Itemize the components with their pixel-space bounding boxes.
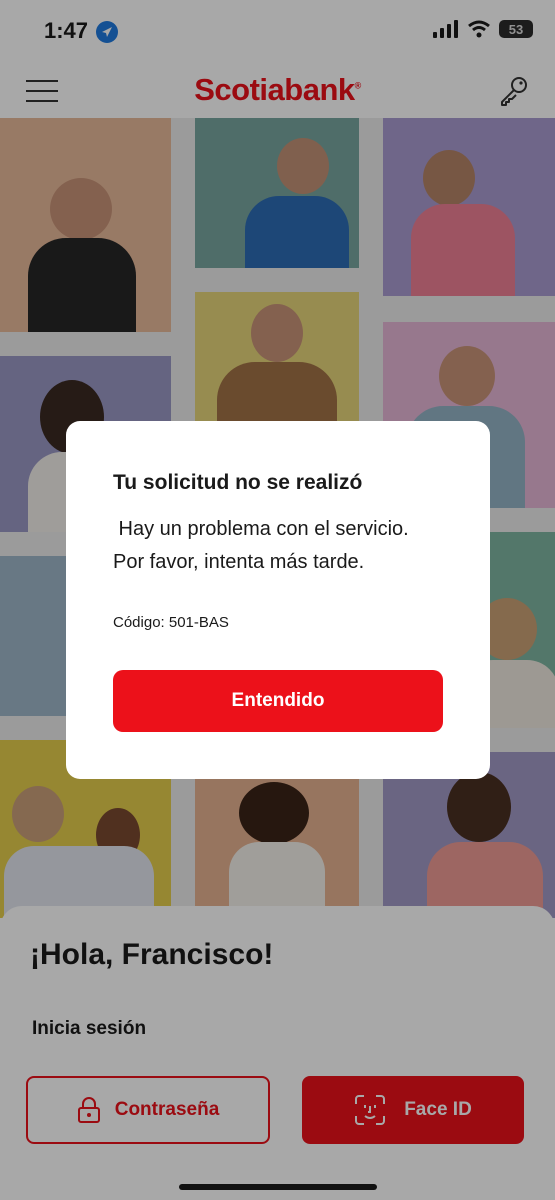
- home-indicator[interactable]: [179, 1184, 377, 1190]
- error-dialog: Tu solicitud no se realizó Hay un proble…: [66, 421, 490, 779]
- dialog-title: Tu solicitud no se realizó: [113, 471, 363, 494]
- dialog-message-line: Hay un problema con el servicio.: [113, 518, 409, 540]
- dialog-message: Hay un problema con el servicio. Por fav…: [113, 513, 453, 579]
- dialog-message-line: Por favor, intenta más tarde.: [113, 551, 365, 573]
- understood-button[interactable]: Entendido: [113, 670, 443, 732]
- error-code: Código: 501-BAS: [113, 614, 229, 631]
